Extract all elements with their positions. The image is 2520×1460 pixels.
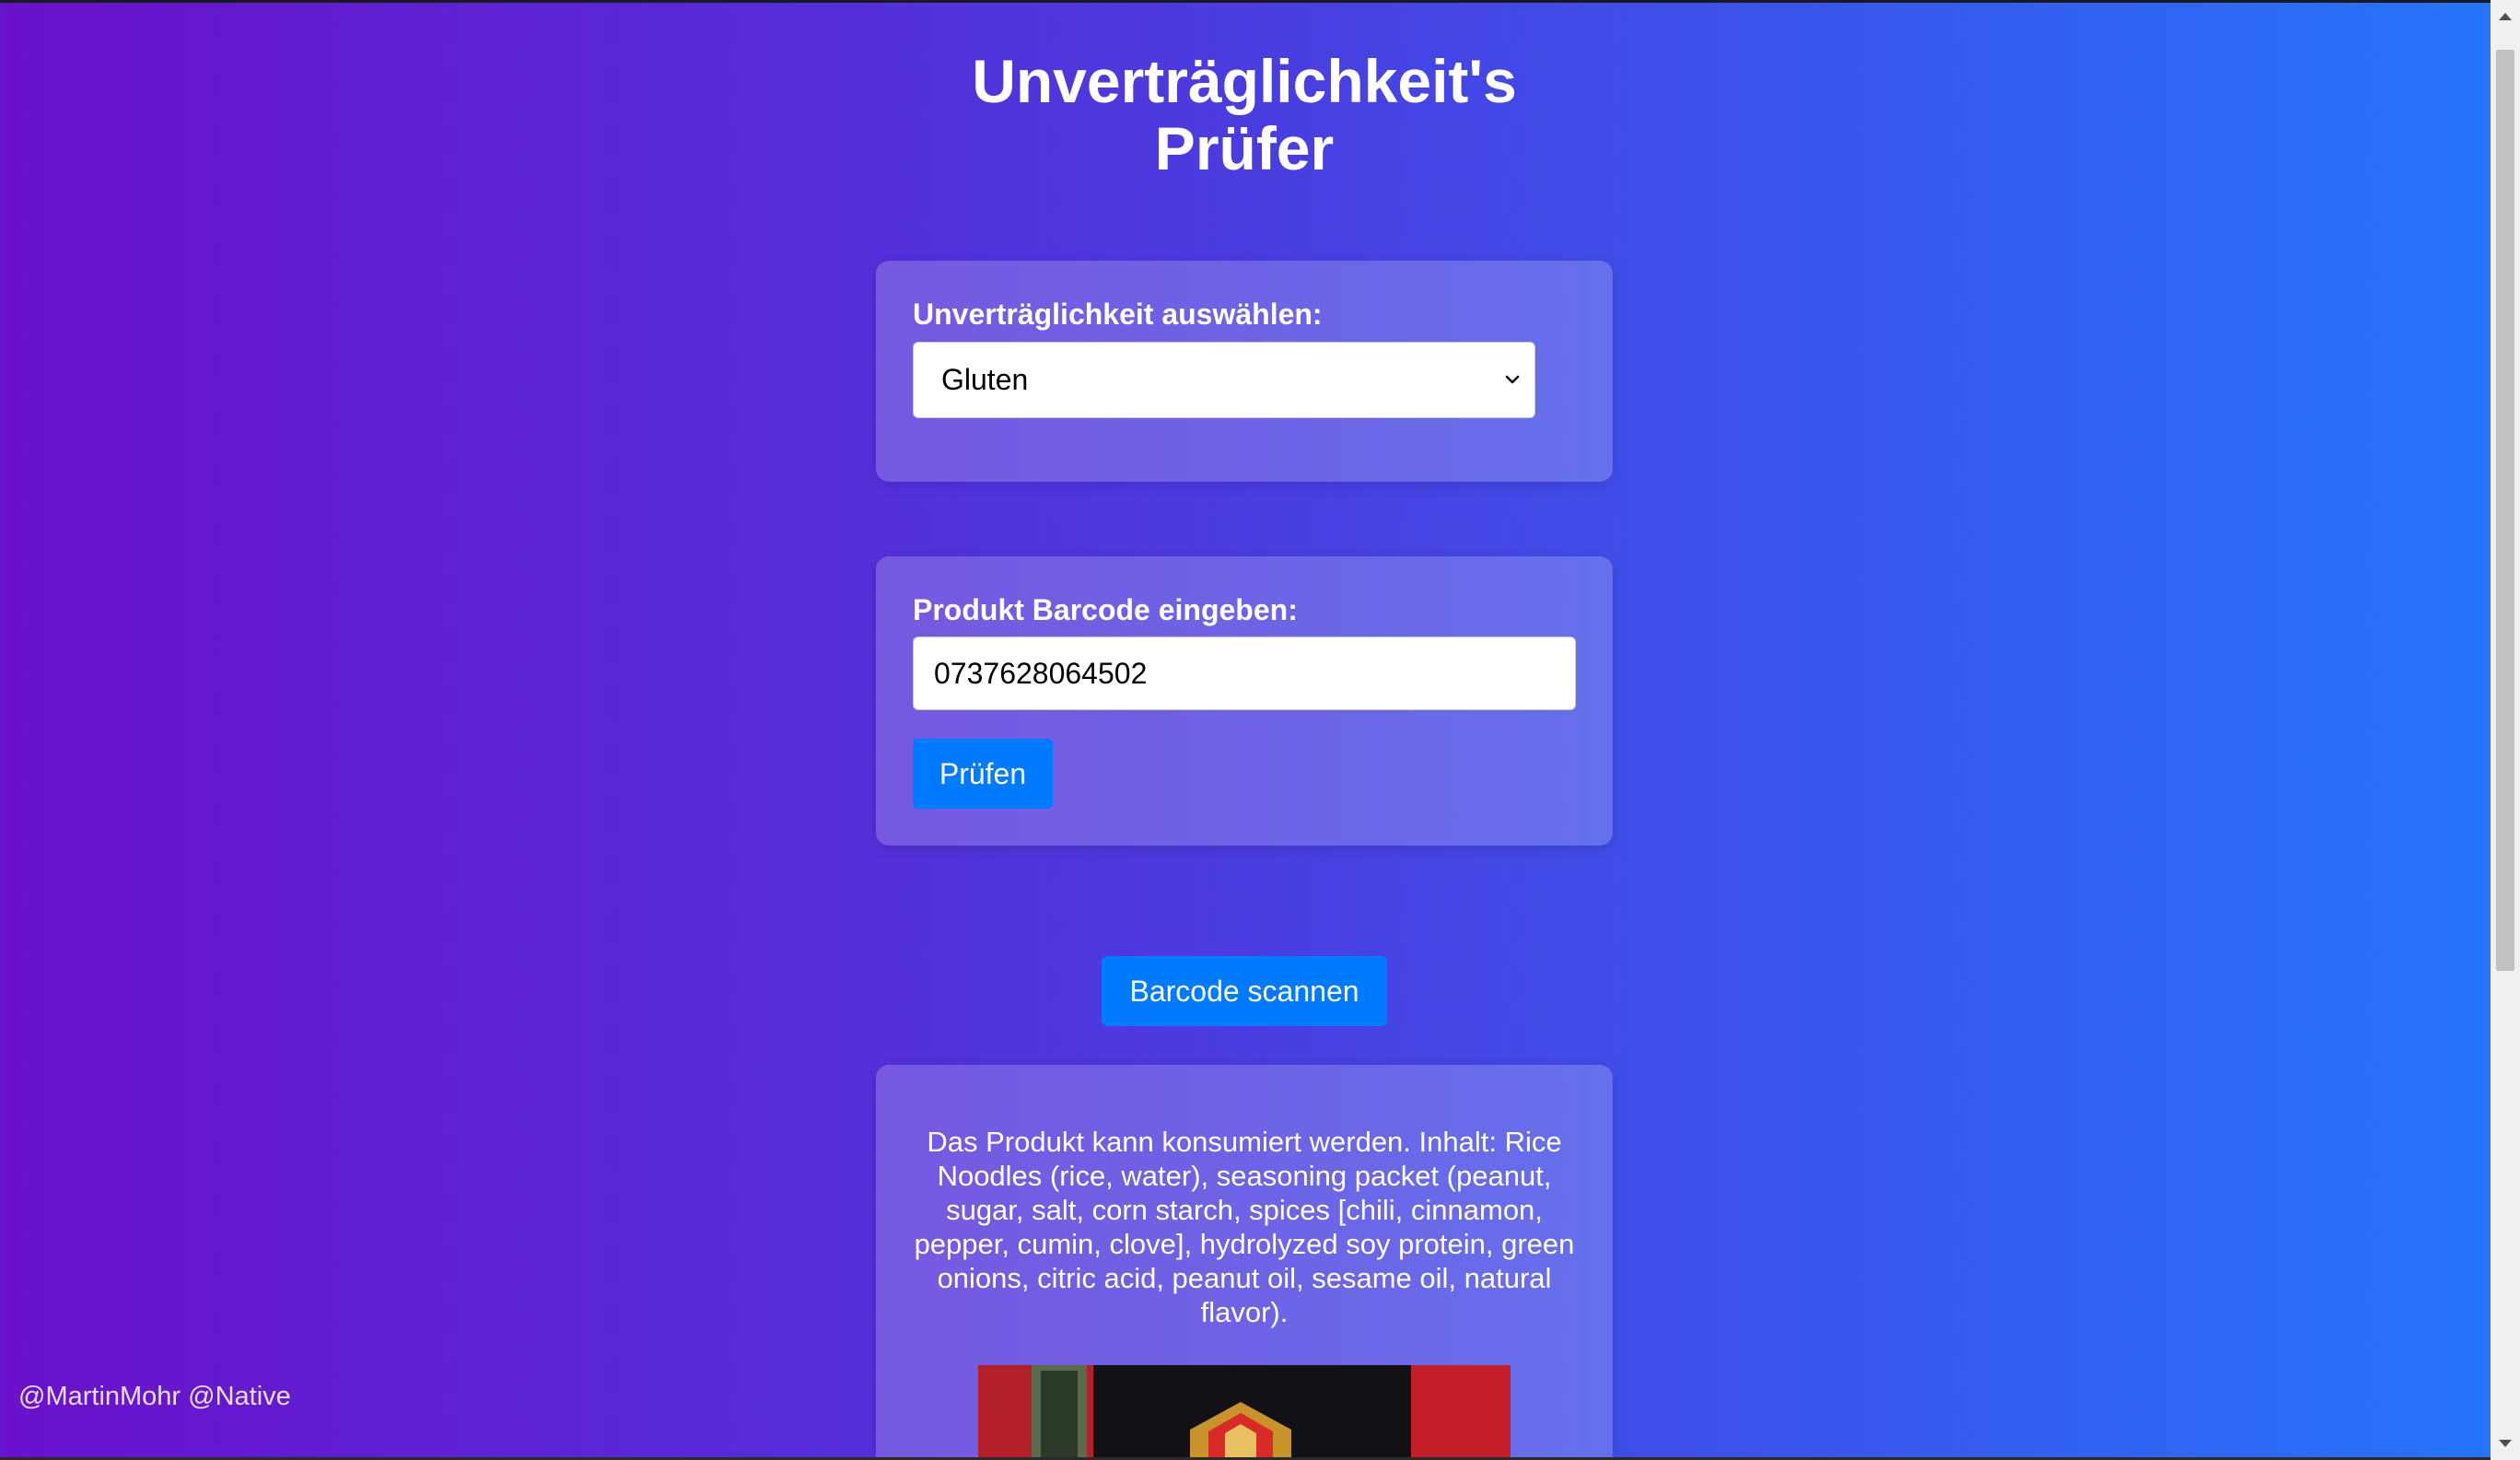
barcode-label: Produkt Barcode eingeben: (913, 593, 1298, 626)
result-text: Das Produkt kann konsumiert werden. Inha… (914, 1126, 1575, 1328)
allergy-label: Unverträglichkeit auswählen: (913, 298, 1323, 331)
allergy-select[interactable]: Gluten (913, 342, 1535, 418)
product-image (978, 1365, 1511, 1460)
product-package-graphic (978, 1365, 1511, 1460)
page-title: Unverträglichkeit's Prüfer (972, 47, 1517, 182)
chevron-down-icon (1505, 375, 1520, 384)
vertical-scrollbar[interactable] (2491, 0, 2520, 1460)
result-card: Das Produkt kann konsumiert werden. Inha… (876, 1065, 1613, 1460)
scrollbar-thumb[interactable] (2496, 50, 2514, 971)
barcode-card: Produkt Barcode eingeben: Prüfen (876, 556, 1613, 846)
scan-barcode-button[interactable]: Barcode scannen (1102, 956, 1387, 1026)
check-button[interactable]: Prüfen (913, 739, 1053, 809)
window-top-border (0, 0, 2520, 3)
barcode-input[interactable] (913, 637, 1576, 710)
allergy-select-value: Gluten (941, 363, 1029, 396)
scroll-down-arrow-icon[interactable] (2499, 1440, 2512, 1447)
allergy-card: Unverträglichkeit auswählen: Gluten (876, 261, 1613, 482)
scroll-up-arrow-icon[interactable] (2499, 13, 2512, 20)
credit-text: @MartinMohr @Native (18, 1382, 291, 1411)
